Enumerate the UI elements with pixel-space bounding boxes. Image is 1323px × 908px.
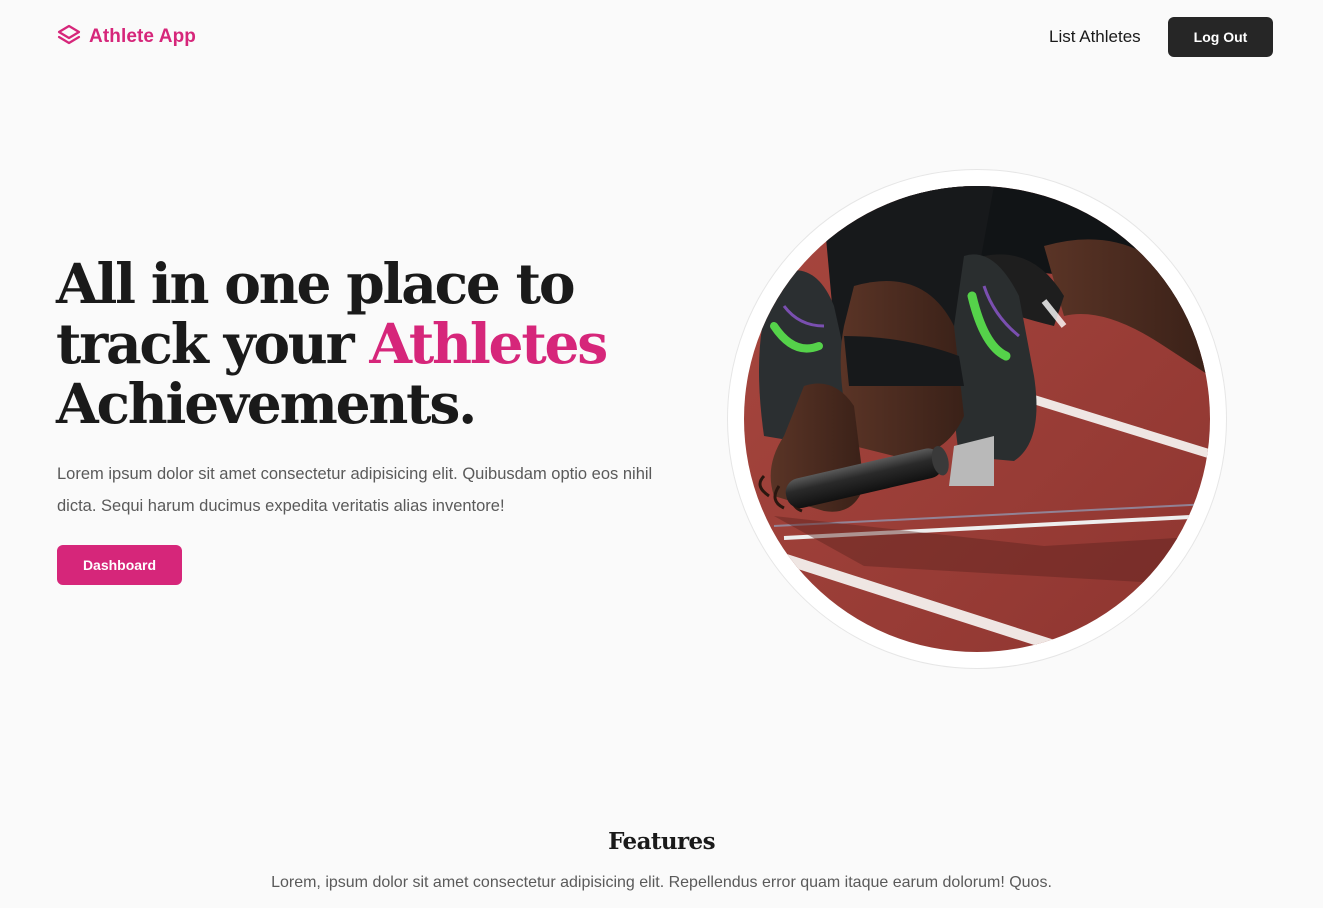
nav-list-athletes[interactable]: List Athletes <box>1049 27 1141 47</box>
layers-icon <box>57 24 81 45</box>
site-header: Athlete App List Athletes Log Out <box>0 0 1323 74</box>
hero-title-part2: Achievements. <box>56 371 477 436</box>
hero-description: Lorem ipsum dolor sit amet consectetur a… <box>57 465 653 515</box>
features-title: Features <box>608 828 715 855</box>
page: Athlete App List Athletes Log Out All in… <box>0 0 1323 908</box>
hero-title-accent: Athletes <box>369 311 608 376</box>
features-description: Lorem, ipsum dolor sit amet consectetur … <box>271 874 1052 891</box>
hero-image <box>744 186 1210 652</box>
dashboard-button[interactable]: Dashboard <box>57 545 182 585</box>
brand-link[interactable]: Athlete App <box>57 24 196 50</box>
log-out-button[interactable]: Log Out <box>1168 17 1273 57</box>
hero-title: All in one place to track your Athletes … <box>56 254 656 434</box>
brand-name: Athlete App <box>89 26 197 47</box>
